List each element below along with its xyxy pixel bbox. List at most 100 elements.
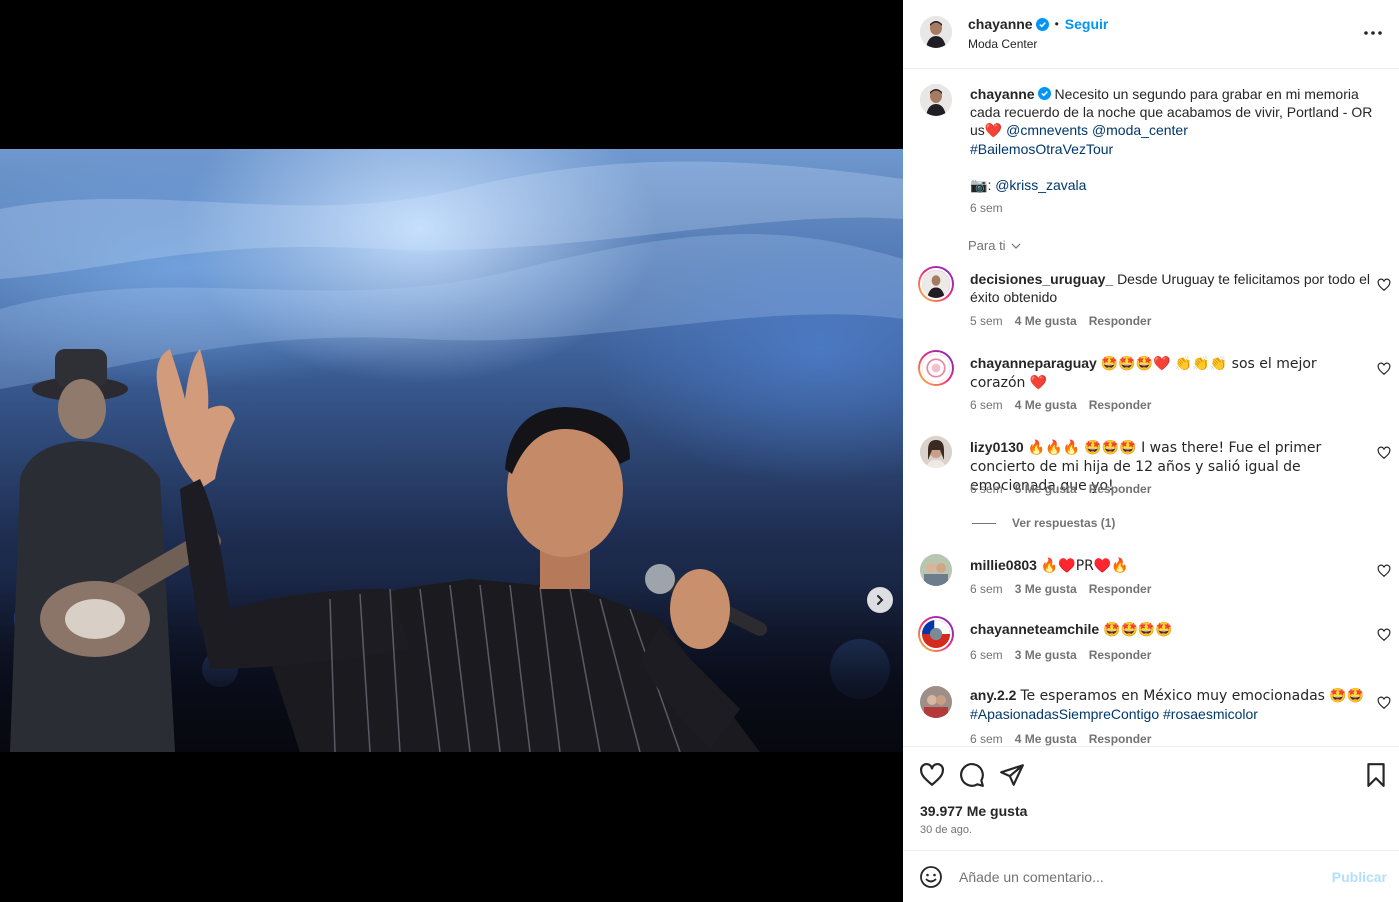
- like-comment-icon[interactable]: [1377, 628, 1391, 642]
- comment-time[interactable]: 6 sem: [970, 732, 1003, 746]
- author-avatar[interactable]: [920, 16, 952, 48]
- chevron-right-icon: [877, 595, 884, 605]
- heart-emoji: ❤️: [984, 123, 1003, 139]
- instagram-post-modal: chayanne • Seguir Moda Center chayanne N…: [0, 0, 1399, 902]
- comment-item: chayanneteamchile 🤩🤩🤩🤩 6 sem 3 Me gusta …: [903, 616, 1399, 676]
- comment-likes[interactable]: 5 Me gusta: [1015, 482, 1077, 496]
- hashtag-link[interactable]: #BailemosOtraVezTour: [970, 141, 1113, 157]
- post-photo: [0, 149, 903, 752]
- comment-meta: 6 sem 4 Me gusta Responder: [970, 732, 1151, 746]
- publish-button[interactable]: Publicar: [1332, 869, 1387, 885]
- comment-username[interactable]: chayanneparaguay: [970, 355, 1097, 371]
- commenter-avatar[interactable]: [918, 266, 954, 302]
- save-bookmark-icon[interactable]: [1363, 762, 1389, 788]
- comment-text: any.2.2 Te esperamos en México muy emoci…: [970, 686, 1370, 723]
- replies-divider-line: [972, 522, 996, 524]
- comment-username[interactable]: millie0803: [970, 557, 1037, 573]
- post-caption: chayanne Necesito un segundo para grabar…: [970, 85, 1380, 195]
- comment-meta: 6 sem 5 Me gusta Responder: [970, 482, 1151, 496]
- reply-button[interactable]: Responder: [1089, 398, 1152, 412]
- like-comment-icon[interactable]: [1377, 446, 1391, 460]
- comment-body: 🔥♥️PR♥️🔥: [1040, 558, 1129, 574]
- commenter-avatar[interactable]: [918, 350, 954, 386]
- comment-likes[interactable]: 4 Me gusta: [1015, 314, 1077, 328]
- commenter-avatar[interactable]: [918, 616, 954, 652]
- post-location[interactable]: Moda Center: [968, 37, 1037, 51]
- post-date[interactable]: 30 de ago.: [920, 824, 972, 836]
- mention-link[interactable]: @moda_center: [1092, 122, 1188, 138]
- reply-button[interactable]: Responder: [1089, 732, 1152, 746]
- comment-body: Te esperamos en México muy emocionadas 🤩…: [1020, 688, 1365, 704]
- comment-item: chayanneparaguay 🤩🤩🤩❤️ 👏👏👏 sos el mejor …: [903, 350, 1399, 420]
- reply-button[interactable]: Responder: [1089, 582, 1152, 596]
- camera-emoji: 📷: [970, 178, 988, 194]
- caption-text-line: Necesito un segundo para grabar en mi me…: [1054, 86, 1359, 102]
- like-heart-icon[interactable]: [919, 762, 945, 788]
- like-comment-icon[interactable]: [1377, 362, 1391, 376]
- comment-item: millie0803 🔥♥️PR♥️🔥 6 sem 3 Me gusta Res…: [903, 552, 1399, 612]
- mention-link[interactable]: @cmnevents: [1006, 122, 1088, 138]
- comment-username[interactable]: lizy0130: [970, 439, 1024, 455]
- comment-likes[interactable]: 4 Me gusta: [1015, 732, 1077, 746]
- comment-input[interactable]: [959, 865, 1319, 889]
- caption-credit-separator: :: [987, 177, 992, 193]
- next-slide-button[interactable]: [867, 587, 893, 613]
- comment-item: any.2.2 Te esperamos en México muy emoci…: [903, 684, 1399, 746]
- author-username[interactable]: chayanne: [968, 16, 1033, 32]
- commenter-avatar[interactable]: [920, 436, 952, 468]
- comment-item: lizy0130 🔥🔥🔥 🤩🤩🤩 I was there! Fue el pri…: [903, 434, 1399, 504]
- mention-link[interactable]: @kriss_zavala: [995, 177, 1086, 193]
- comment-meta: 6 sem 3 Me gusta Responder: [970, 648, 1151, 662]
- caption-text-line: us: [970, 122, 985, 138]
- post-details-panel: chayanne • Seguir Moda Center chayanne N…: [903, 0, 1399, 902]
- caption-avatar[interactable]: [920, 84, 952, 116]
- reply-button[interactable]: Responder: [1089, 314, 1152, 328]
- caption-meta: 6 sem: [970, 201, 1003, 215]
- view-replies-button[interactable]: Ver respuestas (1): [972, 516, 1115, 530]
- reply-button[interactable]: Responder: [1089, 648, 1152, 662]
- comment-meta: 5 sem 4 Me gusta Responder: [970, 314, 1151, 328]
- caption-username[interactable]: chayanne: [970, 86, 1035, 102]
- post-header: chayanne • Seguir Moda Center: [903, 0, 1399, 69]
- like-comment-icon[interactable]: [1377, 564, 1391, 578]
- comment-sort-dropdown[interactable]: Para ti: [968, 238, 1022, 253]
- like-count[interactable]: 39.977 Me gusta: [920, 803, 1027, 819]
- reply-button[interactable]: Responder: [1089, 482, 1152, 496]
- comment-time[interactable]: 6 sem: [970, 582, 1003, 596]
- follow-button[interactable]: Seguir: [1065, 16, 1109, 32]
- verified-badge-icon: [1037, 87, 1051, 100]
- comment-username[interactable]: chayanneteamchile: [970, 621, 1099, 637]
- hashtag-link[interactable]: #ApasionadasSiempreContigo #rosaesmicolo…: [970, 706, 1258, 722]
- comment-username[interactable]: any.2.2: [970, 687, 1016, 703]
- comment-time[interactable]: 6 sem: [970, 482, 1003, 496]
- comment-text: decisiones_uruguay_ Desde Uruguay te fel…: [970, 270, 1370, 306]
- commenter-avatar[interactable]: [920, 686, 952, 718]
- comment-item: decisiones_uruguay_ Desde Uruguay te fel…: [903, 266, 1399, 336]
- caption-text-line: cada recuerdo de la noche que acabamos d…: [970, 104, 1373, 120]
- like-comment-icon[interactable]: [1377, 278, 1391, 292]
- media-panel: [0, 0, 903, 902]
- separator-dot: •: [1054, 17, 1059, 31]
- comments-section[interactable]: chayanne Necesito un segundo para grabar…: [903, 70, 1399, 746]
- comment-meta: 6 sem 4 Me gusta Responder: [970, 398, 1151, 412]
- more-options-icon[interactable]: [1362, 22, 1384, 44]
- comment-time[interactable]: 6 sem: [970, 398, 1003, 412]
- comment-bubble-icon[interactable]: [959, 762, 985, 788]
- comment-likes[interactable]: 3 Me gusta: [1015, 582, 1077, 596]
- comment-meta: 6 sem 3 Me gusta Responder: [970, 582, 1151, 596]
- chevron-down-icon: [1011, 243, 1021, 249]
- verified-badge-icon: [1035, 17, 1049, 31]
- commenter-avatar[interactable]: [920, 554, 952, 586]
- emoji-picker-icon[interactable]: [919, 865, 943, 889]
- comment-body: 🤩🤩🤩🤩: [1103, 622, 1173, 638]
- comment-composer: Publicar: [903, 850, 1399, 902]
- comment-time[interactable]: 5 sem: [970, 314, 1003, 328]
- like-comment-icon[interactable]: [1377, 696, 1391, 710]
- caption-time[interactable]: 6 sem: [970, 201, 1003, 215]
- comment-text: chayanneteamchile 🤩🤩🤩🤩: [970, 620, 1370, 639]
- comment-username[interactable]: decisiones_uruguay_: [970, 271, 1113, 287]
- comment-likes[interactable]: 3 Me gusta: [1015, 648, 1077, 662]
- share-send-icon[interactable]: [999, 762, 1025, 788]
- comment-likes[interactable]: 4 Me gusta: [1015, 398, 1077, 412]
- comment-time[interactable]: 6 sem: [970, 648, 1003, 662]
